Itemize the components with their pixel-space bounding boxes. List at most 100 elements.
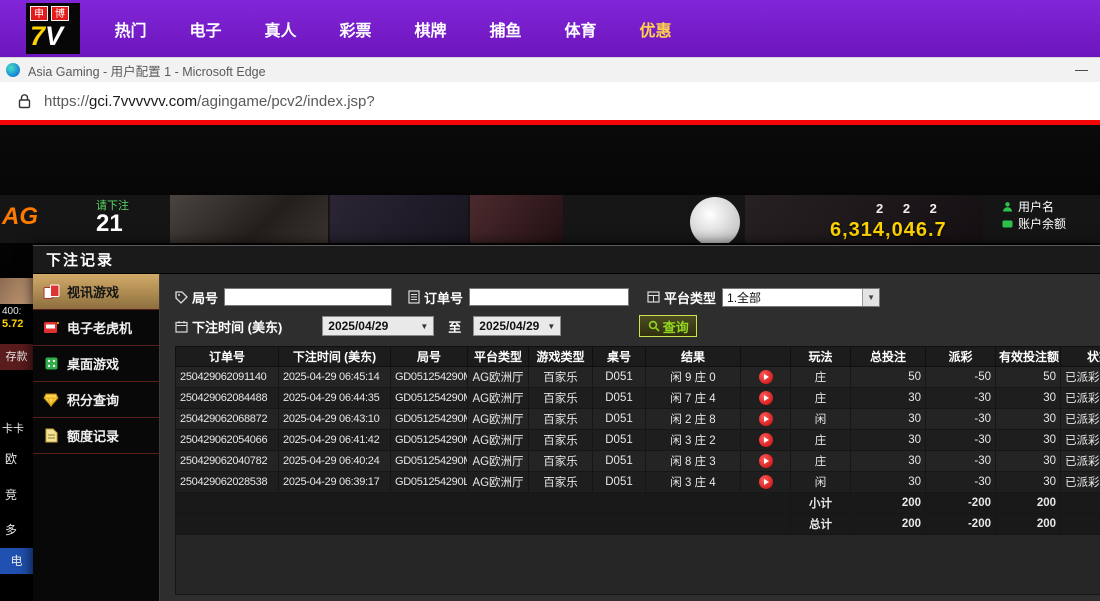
cell-result: 闲 8 庄 3 <box>646 451 741 472</box>
cell-platform: AG欧洲厅 <box>468 409 529 430</box>
total-payout: -200 <box>926 514 996 535</box>
cell-time: 2025-04-29 06:40:24 <box>279 451 391 472</box>
browser-urlbar[interactable]: https://gci.7vvvvvv.com/agingame/pcv2/in… <box>0 82 1100 120</box>
fan-logo <box>690 197 740 243</box>
sidebar-item-video-games[interactable]: 视讯游戏 <box>33 274 159 310</box>
bet-records-table: 订单号 下注时间 (美东) 局号 平台类型 游戏类型 桌号 结果 玩法 总投注 … <box>175 346 1100 595</box>
cell-platform: AG欧洲厅 <box>468 388 529 409</box>
nav-item-fishing[interactable]: 捕鱼 <box>468 17 543 41</box>
total-row: 总计 200 -200 200 <box>176 514 1100 535</box>
strip-fragment-menu-4: 电 <box>0 548 33 574</box>
nav-item-lottery[interactable]: 彩票 <box>318 17 393 41</box>
cell-status: 已派彩 <box>1061 409 1100 430</box>
play-video-button[interactable] <box>759 370 773 384</box>
cell-payout: -30 <box>926 409 996 430</box>
chevron-down-icon: ▼ <box>420 322 428 331</box>
sidebar-item-label: 桌面游戏 <box>67 354 119 373</box>
chevron-down-icon[interactable]: ▼ <box>862 289 879 306</box>
cell-valid-bet: 30 <box>996 430 1061 451</box>
nav-item-hot[interactable]: 热门 <box>93 17 168 41</box>
cell-table: D051 <box>593 430 646 451</box>
sidebar-item-slot-machines[interactable]: 电子老虎机 <box>33 310 159 346</box>
nav-item-sports[interactable]: 体育 <box>543 17 618 41</box>
cell-status: 已派彩 <box>1061 451 1100 472</box>
column-header-order: 订单号 <box>176 347 279 367</box>
sidebar-item-points-query[interactable]: 积分查询 <box>33 382 159 418</box>
edge-app-icon <box>6 63 20 77</box>
sidebar-item-table-games[interactable]: 桌面游戏 <box>33 346 159 382</box>
nav-item-slots[interactable]: 电子 <box>168 17 243 41</box>
minimize-button[interactable]: — <box>1075 62 1088 77</box>
round-number-input[interactable] <box>224 288 392 306</box>
main-menu: 热门 电子 真人 彩票 棋牌 捕鱼 体育 优惠 <box>93 0 693 57</box>
play-video-button[interactable] <box>759 454 773 468</box>
play-video-button[interactable] <box>759 475 773 489</box>
diamond-icon <box>42 391 60 408</box>
column-header-play: 玩法 <box>791 347 851 367</box>
cell-payout: -50 <box>926 367 996 388</box>
strip-fragment-menu-3: 多 <box>5 521 17 538</box>
play-video-button[interactable] <box>759 433 773 447</box>
cell-play: 庄 <box>791 451 851 472</box>
search-button[interactable]: 查询 <box>639 315 697 337</box>
play-video-button[interactable] <box>759 391 773 405</box>
nav-item-live[interactable]: 真人 <box>243 17 318 41</box>
banner-thumbnail <box>565 195 687 243</box>
cards-icon <box>42 283 60 300</box>
cell-result: 闲 9 庄 0 <box>646 367 741 388</box>
logo-text-v: V <box>45 21 63 51</box>
date-to-picker[interactable]: 2025/04/29 ▼ <box>473 316 561 336</box>
bet-time-filter-label: 下注时间 (美东) <box>175 317 282 336</box>
cell-table: D051 <box>593 409 646 430</box>
cell-table: D051 <box>593 388 646 409</box>
play-video-button[interactable] <box>759 412 773 426</box>
cell-platform: AG欧洲厅 <box>468 430 529 451</box>
cell-game: 百家乐 <box>529 430 593 451</box>
column-header-table: 桌号 <box>593 347 646 367</box>
cell-time: 2025-04-29 06:45:14 <box>279 367 391 388</box>
cell-payout: -30 <box>926 388 996 409</box>
table-empty-area <box>176 535 1100 595</box>
cell-game: 百家乐 <box>529 472 593 493</box>
ag-logo: AG <box>2 203 38 231</box>
cell-total-bet: 30 <box>851 388 926 409</box>
column-header-game: 游戏类型 <box>529 347 593 367</box>
cell-table: D051 <box>593 472 646 493</box>
site-logo[interactable]: 申 博 7V <box>26 3 80 54</box>
top-nav: 申 博 7V 热门 电子 真人 彩票 棋牌 捕鱼 体育 优惠 <box>0 0 1100 57</box>
url-host: gci.7vvvvvv.com <box>89 93 197 110</box>
dealer-photo-fragment <box>0 278 33 304</box>
cell-result: 闲 2 庄 8 <box>646 409 741 430</box>
search-icon <box>648 320 660 332</box>
total-valid: 200 <box>996 514 1061 535</box>
cell-payout: -30 <box>926 430 996 451</box>
nav-item-board[interactable]: 棋牌 <box>393 17 468 41</box>
platform-filter-label: 平台类型 <box>647 288 716 307</box>
cell-valid-bet: 30 <box>996 451 1061 472</box>
url-path: /agingame/pcv2/index.jsp? <box>197 93 375 110</box>
nav-item-promo[interactable]: 优惠 <box>618 17 693 41</box>
slot-machine-icon <box>42 319 60 336</box>
cell-valid-bet: 50 <box>996 367 1061 388</box>
subtotal-label: 小计 <box>791 493 851 514</box>
order-number-input[interactable] <box>469 288 629 306</box>
platform-list-icon <box>647 291 660 303</box>
table-row: 250429062084488 2025-04-29 06:44:35 GD05… <box>176 388 1100 409</box>
calendar-icon <box>175 320 188 333</box>
cell-order: 250429062091140 <box>176 367 279 388</box>
lock-icon <box>17 93 32 109</box>
cell-game: 百家乐 <box>529 388 593 409</box>
sidebar-item-label: 电子老虎机 <box>67 318 132 337</box>
strip-fragment-deposit[interactable]: 存款 <box>0 344 33 370</box>
document-icon <box>42 427 60 444</box>
cell-table: D051 <box>593 367 646 388</box>
username-label: 用户名 <box>1018 198 1054 215</box>
cell-total-bet: 30 <box>851 451 926 472</box>
url-text: https://gci.7vvvvvv.com/agingame/pcv2/in… <box>44 93 375 110</box>
cell-round: GD051254290LZ <box>391 472 468 493</box>
sidebar-item-credit-records[interactable]: 额度记录 <box>33 418 159 454</box>
cell-status: 已派彩 <box>1061 367 1100 388</box>
date-from-picker[interactable]: 2025/04/29 ▼ <box>322 316 434 336</box>
platform-type-select[interactable]: 1.全部 ▼ <box>722 288 880 307</box>
cell-order: 250429062040782 <box>176 451 279 472</box>
